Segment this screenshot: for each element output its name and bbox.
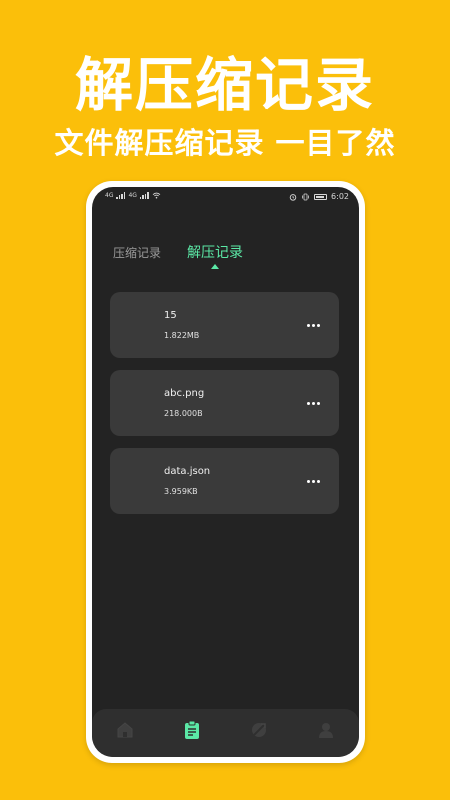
promo-headline: 解压缩记录 <box>74 51 375 119</box>
app-screen: 4G 4G 6:02 压缩记录 解压记录 15 1.822MB abc.png … <box>92 187 359 757</box>
alarm-icon <box>289 193 297 201</box>
signal-icon <box>116 192 126 199</box>
file-name: 15 <box>164 310 177 321</box>
more-dot <box>311 479 315 483</box>
more-dot <box>316 479 320 483</box>
promo-subline: 文件解压缩记录 一目了然 <box>54 126 396 160</box>
nav-home-button[interactable] <box>110 715 140 745</box>
more-dot <box>306 479 310 483</box>
explore-icon <box>251 723 266 737</box>
more-dot <box>306 401 310 405</box>
tab-active-indicator <box>211 264 220 269</box>
more-dot <box>306 323 310 327</box>
wifi-icon <box>152 192 161 199</box>
signal-icon-2 <box>139 192 149 199</box>
nav-profile-button[interactable] <box>311 715 341 745</box>
list-item[interactable]: abc.png 218.000B <box>110 370 339 436</box>
list-item[interactable]: 15 1.822MB <box>110 292 339 358</box>
file-name: data.json <box>164 466 211 477</box>
more-dot <box>316 323 320 327</box>
nav-explore-button[interactable] <box>244 715 274 745</box>
status-left: 4G 4G <box>105 192 161 199</box>
vibrate-icon <box>302 193 309 200</box>
phone-frame: 4G 4G 6:02 压缩记录 解压记录 15 1.822MB abc.png … <box>86 181 365 763</box>
file-size: 3.959KB <box>164 487 198 496</box>
user-icon <box>318 723 333 738</box>
status-time: 6:02 <box>331 192 349 201</box>
status-right: 6:02 <box>289 192 349 201</box>
more-options-button[interactable] <box>303 396 323 410</box>
record-list: 15 1.822MB abc.png 218.000B data.json 3.… <box>110 292 339 526</box>
tab-decompress-records[interactable]: 解压记录 <box>187 242 244 269</box>
tab-decompress-label: 解压记录 <box>187 245 244 261</box>
list-item[interactable]: data.json 3.959KB <box>110 448 339 514</box>
more-options-button[interactable] <box>303 318 323 332</box>
network-type-b: 4G <box>128 191 137 199</box>
file-size: 1.822MB <box>164 331 200 340</box>
more-dot <box>311 401 315 405</box>
record-tabs: 压缩记录 解压记录 <box>113 242 244 269</box>
home-icon <box>117 722 133 738</box>
tab-compress-label: 压缩记录 <box>113 246 162 260</box>
clipboard-icon <box>185 720 200 739</box>
battery-icon <box>314 193 328 200</box>
more-options-button[interactable] <box>303 474 323 488</box>
network-type-a: 4G <box>105 191 114 199</box>
more-dot <box>316 401 320 405</box>
bottom-nav <box>92 709 359 757</box>
status-bar: 4G 4G 6:02 <box>92 187 359 209</box>
nav-records-button[interactable] <box>177 715 207 745</box>
more-dot <box>311 323 315 327</box>
file-size: 218.000B <box>164 409 203 418</box>
file-name: abc.png <box>164 388 205 399</box>
tab-compress-records[interactable]: 压缩记录 <box>113 244 161 261</box>
